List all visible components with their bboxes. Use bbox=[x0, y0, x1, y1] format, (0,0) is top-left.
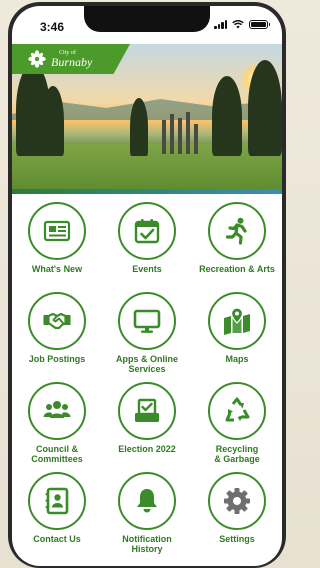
tile-events[interactable]: Events bbox=[102, 202, 192, 284]
calendar-check-icon bbox=[134, 219, 160, 244]
newspaper-icon bbox=[43, 220, 71, 242]
tile-label: Notification History bbox=[122, 534, 172, 554]
status-bar: 3:46 bbox=[12, 6, 282, 46]
tile-label: Election 2022 bbox=[118, 444, 176, 454]
gear-icon bbox=[224, 488, 250, 514]
tile-recycling-garbage[interactable]: Recycling & Garbage bbox=[192, 382, 282, 464]
logo-big-text: Burnaby bbox=[51, 55, 93, 69]
contact-book-icon bbox=[45, 487, 69, 515]
tile-whats-new[interactable]: What's New bbox=[12, 202, 102, 284]
recycle-icon bbox=[225, 397, 250, 422]
tile-label: Council & Committees bbox=[31, 444, 83, 464]
tile-label: Maps bbox=[225, 354, 249, 364]
tile-label: Apps & Online Services bbox=[115, 354, 178, 374]
hero-banner: City of Burnaby bbox=[12, 44, 282, 194]
tile-job-postings[interactable]: Job Postings bbox=[12, 292, 102, 374]
wifi-icon bbox=[232, 20, 244, 29]
phone-frame: 3:46 City of Burnaby What's New Events R… bbox=[8, 2, 286, 568]
ballot-box-icon bbox=[135, 398, 159, 422]
tile-label: What's New bbox=[31, 264, 83, 274]
status-icons bbox=[214, 20, 270, 29]
tile-contact-us[interactable]: Contact Us bbox=[12, 472, 102, 554]
people-group-icon bbox=[43, 401, 71, 418]
map-pin-icon bbox=[224, 307, 250, 335]
tile-label: Recreation & Arts bbox=[199, 264, 275, 274]
monitor-icon bbox=[133, 309, 161, 333]
battery-icon bbox=[249, 20, 270, 29]
tile-council-committees[interactable]: Council & Committees bbox=[12, 382, 102, 464]
tile-label: Settings bbox=[219, 534, 255, 544]
app-screen: 3:46 City of Burnaby What's New Events R… bbox=[12, 6, 282, 566]
flower-logo-icon bbox=[28, 50, 46, 68]
tile-notification-history[interactable]: Notification History bbox=[102, 472, 192, 554]
notch bbox=[84, 6, 210, 32]
tile-label: Recycling & Garbage bbox=[214, 444, 260, 464]
tile-label: Job Postings bbox=[28, 354, 86, 364]
status-time: 3:46 bbox=[40, 20, 65, 34]
bell-icon bbox=[137, 489, 157, 513]
signal-icon bbox=[214, 20, 227, 29]
running-person-icon bbox=[225, 217, 247, 245]
handshake-icon bbox=[43, 312, 71, 330]
tile-maps[interactable]: Maps bbox=[192, 292, 282, 374]
tile-recreation-arts[interactable]: Recreation & Arts bbox=[192, 202, 282, 284]
city-logo: City of Burnaby bbox=[12, 44, 130, 74]
tile-label: Contact Us bbox=[33, 534, 81, 544]
tile-label: Events bbox=[132, 264, 162, 274]
menu-grid: What's New Events Recreation & Arts Job … bbox=[12, 202, 282, 554]
tile-settings[interactable]: Settings bbox=[192, 472, 282, 554]
tile-apps-online-services[interactable]: Apps & Online Services bbox=[102, 292, 192, 374]
tile-election-2022[interactable]: Election 2022 bbox=[102, 382, 192, 464]
